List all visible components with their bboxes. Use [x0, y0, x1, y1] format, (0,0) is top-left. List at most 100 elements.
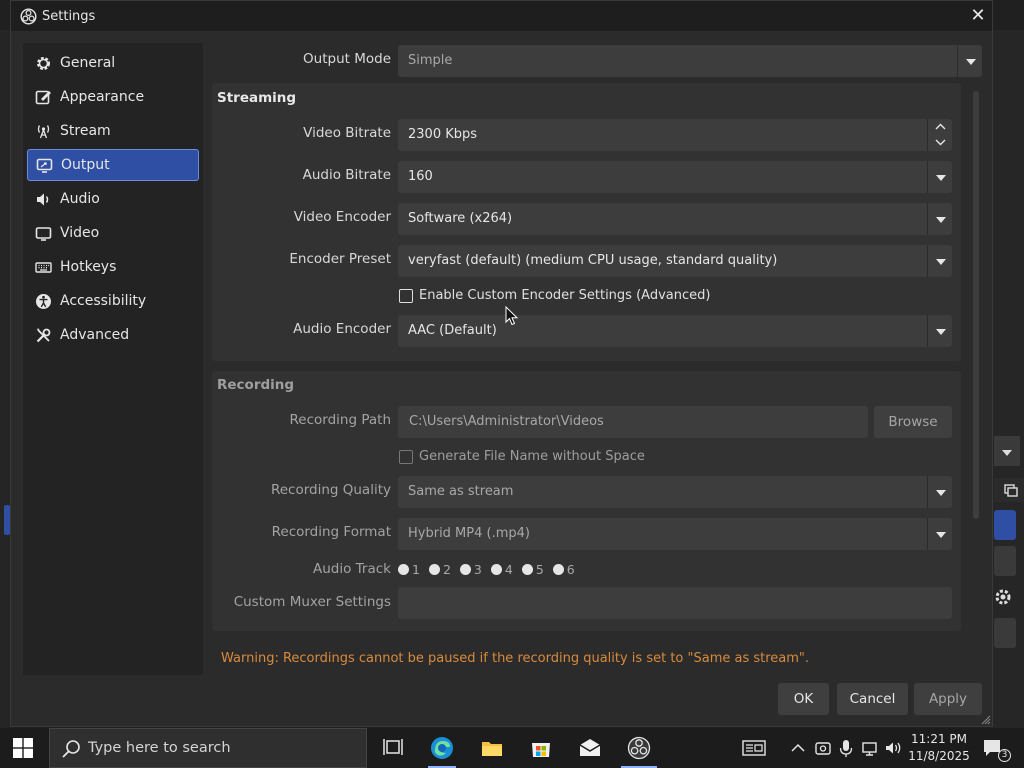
- chevron-down-icon[interactable]: [935, 138, 946, 147]
- taskbar-search-box[interactable]: Type here to search: [49, 728, 367, 768]
- recording-format-label: Recording Format: [271, 524, 391, 540]
- file-explorer-icon[interactable]: [480, 736, 504, 760]
- video-encoder-label: Video Encoder: [293, 209, 391, 225]
- windows-start-icon[interactable]: [13, 738, 33, 758]
- clock-time: 11:21 PM: [911, 732, 967, 746]
- microphone-icon[interactable]: [838, 736, 854, 760]
- sidebar-item-appearance[interactable]: Appearance: [27, 81, 199, 113]
- spin-buttons[interactable]: [927, 119, 952, 151]
- scrollbar-thumb[interactable]: [973, 91, 979, 519]
- audio-track-radio[interactable]: 2: [428, 562, 451, 577]
- encoder-preset-select[interactable]: veryfast (default) (medium CPU usage, st…: [398, 245, 952, 277]
- recording-quality-value: Same as stream: [408, 484, 514, 499]
- chevron-down-icon: [927, 245, 952, 277]
- sidebar-item-advanced[interactable]: Advanced: [27, 319, 199, 351]
- video-encoder-value: Software (x264): [408, 211, 513, 226]
- custom-encoder-label[interactable]: Enable Custom Encoder Settings (Advanced…: [419, 288, 710, 303]
- audio-bitrate-value: 160: [408, 169, 433, 184]
- audio-encoder-select[interactable]: AAC (Default): [398, 315, 952, 347]
- audio-encoder-label: Audio Encoder: [293, 321, 391, 337]
- recording-path-value: C:\Users\Administrator\Videos: [409, 414, 604, 429]
- video-encoder-select[interactable]: Software (x264): [398, 203, 952, 235]
- chevron-down-icon: [957, 45, 982, 77]
- taskbar-clock[interactable]: 11:21 PM 11/8/2025: [908, 731, 970, 765]
- audio-track-radio[interactable]: 3: [459, 562, 482, 577]
- mail-icon[interactable]: [578, 736, 602, 760]
- recording-warning: Warning: Recordings cannot be paused if …: [221, 651, 810, 666]
- audio-track-radio[interactable]: 4: [490, 562, 513, 577]
- custom-encoder-checkbox[interactable]: [399, 289, 413, 303]
- browse-button[interactable]: Browse: [874, 406, 952, 438]
- apply-button[interactable]: Apply: [914, 683, 982, 715]
- chevron-down-icon: [927, 203, 952, 235]
- ok-button[interactable]: OK: [778, 683, 829, 715]
- sidebar-item-hotkeys[interactable]: Hotkeys: [27, 251, 199, 283]
- title-bar[interactable]: Settings ✕: [11, 1, 992, 31]
- chevron-down-icon: [927, 315, 952, 347]
- sidebar-item-output[interactable]: Output: [27, 149, 199, 181]
- settings-sidebar: General Appearance Stream Output Audio V…: [23, 43, 203, 675]
- custom-muxer-input[interactable]: [398, 587, 952, 619]
- custom-muxer-label: Custom Muxer Settings: [233, 594, 391, 610]
- encoder-preset-value: veryfast (default) (medium CPU usage, st…: [408, 253, 778, 268]
- generate-filename-label[interactable]: Generate File Name without Space: [419, 449, 645, 464]
- windows-taskbar: Type here to search 11:21 PM 11/8/2025 3: [0, 728, 1024, 768]
- sidebar-item-label: Video: [60, 225, 100, 241]
- microsoft-store-icon[interactable]: [529, 736, 553, 760]
- sidebar-item-audio[interactable]: Audio: [27, 183, 199, 215]
- tools-icon: [35, 327, 52, 344]
- chevron-up-icon[interactable]: [790, 736, 806, 760]
- background-active-button: [994, 510, 1016, 540]
- audio-track-radio[interactable]: 1: [398, 562, 420, 577]
- audio-track-radio[interactable]: 6: [552, 562, 575, 577]
- recording-quality-select[interactable]: Same as stream: [398, 476, 952, 508]
- sidebar-item-label: Accessibility: [60, 293, 147, 309]
- video-bitrate-label: Video Bitrate: [303, 125, 391, 141]
- sidebar-item-label: Advanced: [60, 327, 130, 343]
- video-bitrate-value: 2300 Kbps: [408, 127, 478, 142]
- recording-quality-label: Recording Quality: [270, 482, 391, 498]
- chevron-down-icon: [927, 518, 952, 550]
- speaker-icon: [35, 191, 52, 208]
- recording-group-title: Recording: [217, 377, 295, 393]
- network-icon[interactable]: [861, 736, 881, 760]
- sidebar-item-stream[interactable]: Stream: [27, 115, 199, 147]
- output-mode-value: Simple: [408, 53, 453, 68]
- streaming-group-title: Streaming: [217, 90, 297, 106]
- sidebar-item-video[interactable]: Video: [27, 217, 199, 249]
- volume-icon[interactable]: [884, 736, 904, 760]
- notification-badge: 3: [998, 749, 1011, 762]
- audio-encoder-value: AAC (Default): [408, 323, 497, 338]
- sidebar-item-label: General: [60, 55, 116, 71]
- sidebar-item-label: Output: [61, 157, 110, 173]
- chevron-down-icon: [927, 161, 952, 193]
- sidebar-item-label: Stream: [60, 123, 111, 139]
- gear-icon: [35, 55, 52, 72]
- accessibility-icon: [35, 293, 52, 310]
- broadcast-icon: [35, 123, 52, 140]
- video-bitrate-spinbox[interactable]: 2300 Kbps: [398, 119, 952, 151]
- recording-path-input[interactable]: C:\Users\Administrator\Videos: [398, 406, 868, 438]
- audio-track-radio[interactable]: 5: [521, 562, 544, 577]
- background-dropdown: [994, 436, 1020, 466]
- recording-format-select[interactable]: Hybrid MP4 (.mp4): [398, 518, 952, 550]
- obs-taskbar-icon[interactable]: [627, 736, 651, 760]
- output-mode-select[interactable]: Simple: [398, 45, 982, 77]
- taskbar-search-placeholder: Type here to search: [88, 740, 231, 756]
- settings-dialog: Settings ✕ General Appearance Stream Out…: [10, 0, 993, 727]
- monitor-icon: [36, 157, 53, 174]
- webcam-icon[interactable]: [814, 736, 832, 760]
- generate-filename-checkbox[interactable]: [399, 450, 413, 464]
- palette-icon: [35, 89, 52, 106]
- audio-bitrate-select[interactable]: 160: [398, 161, 952, 193]
- news-widget-icon[interactable]: [742, 736, 766, 760]
- close-button[interactable]: ✕: [967, 4, 989, 28]
- cancel-button[interactable]: Cancel: [837, 683, 908, 715]
- sidebar-item-general[interactable]: General: [27, 47, 199, 79]
- resize-grip-icon[interactable]: [981, 715, 991, 725]
- background-dock-icon: [994, 478, 1024, 502]
- task-view-icon[interactable]: [381, 736, 405, 760]
- edge-browser-icon[interactable]: [430, 736, 454, 760]
- sidebar-item-accessibility[interactable]: Accessibility: [27, 285, 199, 317]
- chevron-up-icon[interactable]: [935, 122, 946, 131]
